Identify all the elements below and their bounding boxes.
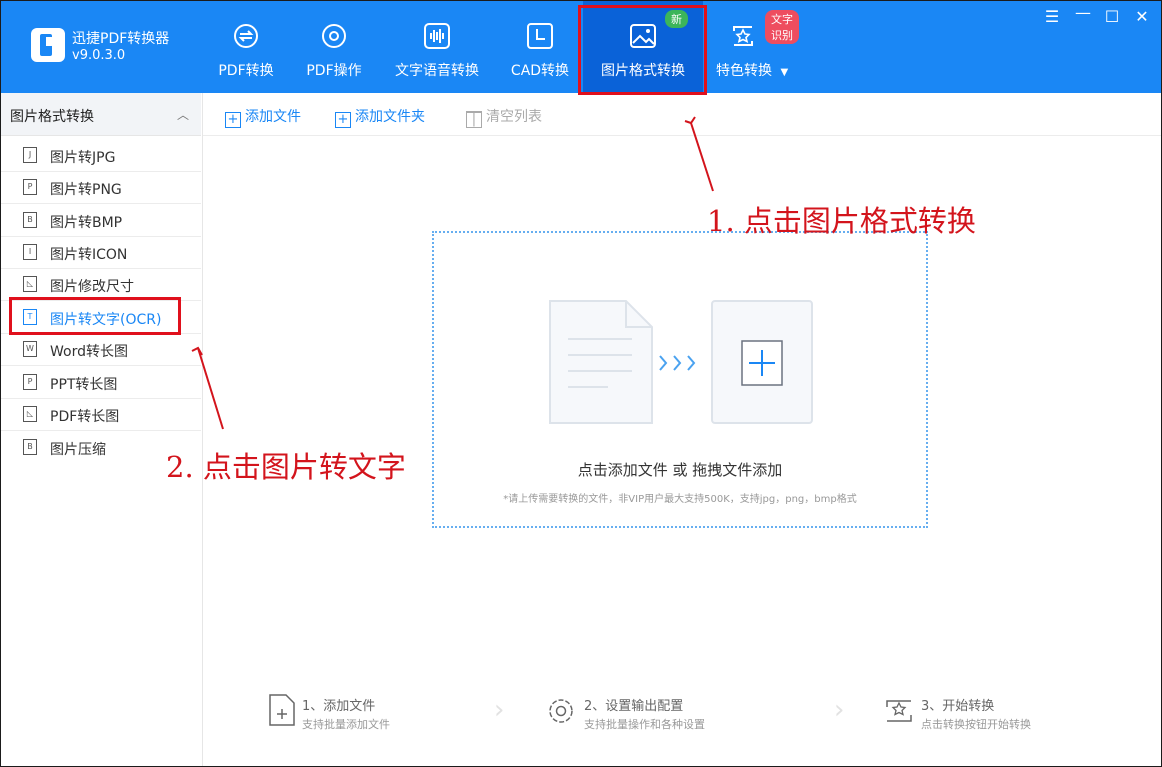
app-window: 迅捷PDF转换器 v9.0.3.0 PDF转换 PDF操作 文字语音转换 CAD… [0,0,1162,767]
annotation-step1: 1. 点击图片格式转换 [707,204,976,238]
annotation-arrows [191,116,714,430]
annotation-step2: 2. 点击图片转文字 [166,450,406,484]
